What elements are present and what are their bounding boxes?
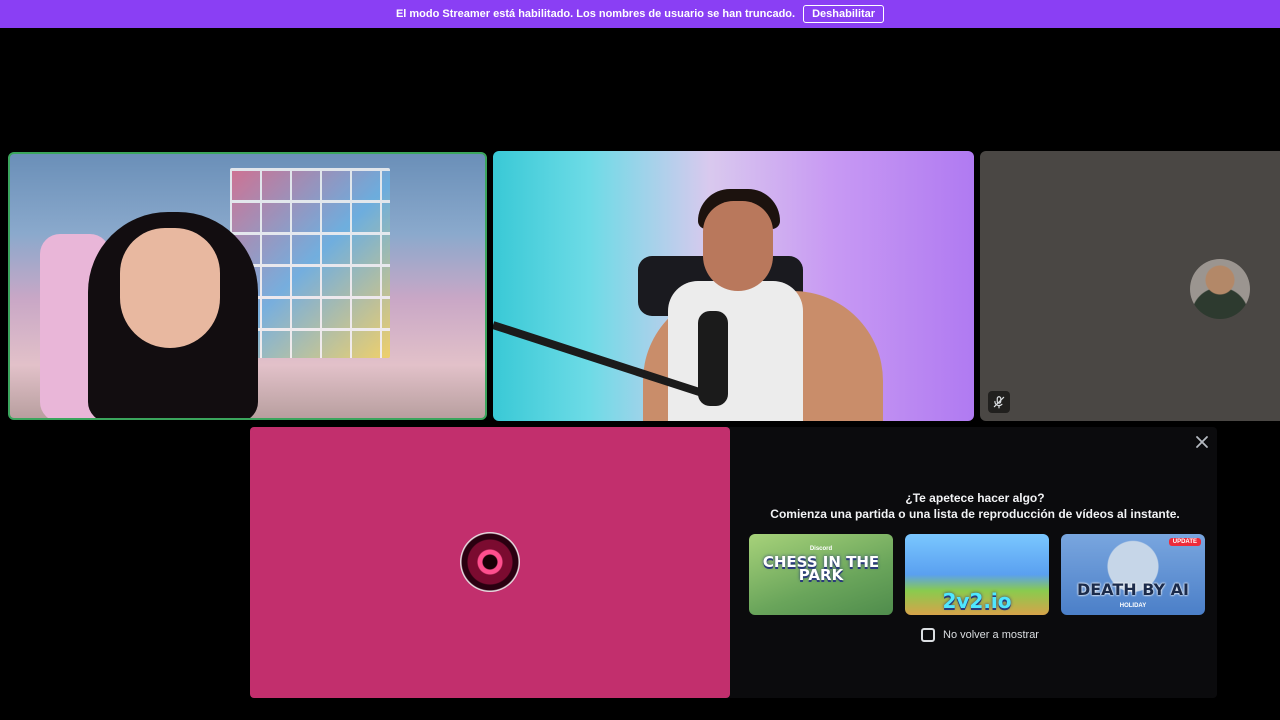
activity-games-list: Discord CHESS IN THE PARK 2v2.io UPDATE … [749,534,1205,615]
avatar [1190,259,1250,319]
game-2v2-io[interactable]: 2v2.io [905,534,1049,615]
video-tile-participant-3[interactable] [980,151,1280,421]
game-death-by-ai[interactable]: UPDATE DEATH BY AI HOLIDAY [1061,534,1205,615]
activity-prompt: ¿Te apetece hacer algo? Comienza una par… [740,490,1210,522]
video-tile-participant-2[interactable] [493,151,974,421]
game-title: DEATH BY AI [1076,580,1190,599]
mic-muted-icon [988,391,1010,413]
participant-face [120,228,220,348]
streamer-mode-message: El modo Streamer está habilitado. Los no… [395,8,796,20]
video-tile-participant-1[interactable] [8,152,487,420]
participant-face [703,201,773,291]
game-title: 2v2.io [942,589,1012,613]
activity-prompt-title: ¿Te apetece hacer algo? [905,491,1045,505]
game-subtitle: HOLIDAY [1119,603,1147,609]
dont-show-again-checkbox[interactable] [921,628,935,642]
microphone [698,311,728,406]
game-top-label: Discord [809,546,833,552]
activity-stage [250,427,730,698]
participant-shirt [668,281,803,421]
dont-show-again-row[interactable]: No volver a mostrar [921,628,1039,642]
activity-prompt-subtitle: Comienza una partida o una lista de repr… [770,507,1180,521]
close-icon[interactable] [1194,434,1210,450]
dont-show-again-label: No volver a mostrar [943,629,1039,641]
game-chess-in-the-park[interactable]: Discord CHESS IN THE PARK [749,534,893,615]
streamer-mode-banner: El modo Streamer está habilitado. Los no… [0,0,1280,28]
update-badge: UPDATE [1168,538,1201,546]
game-title: CHESS IN THE PARK [762,553,880,584]
eye-icon [460,532,520,592]
disable-streamer-mode-button[interactable]: Deshabilitar [803,5,885,23]
